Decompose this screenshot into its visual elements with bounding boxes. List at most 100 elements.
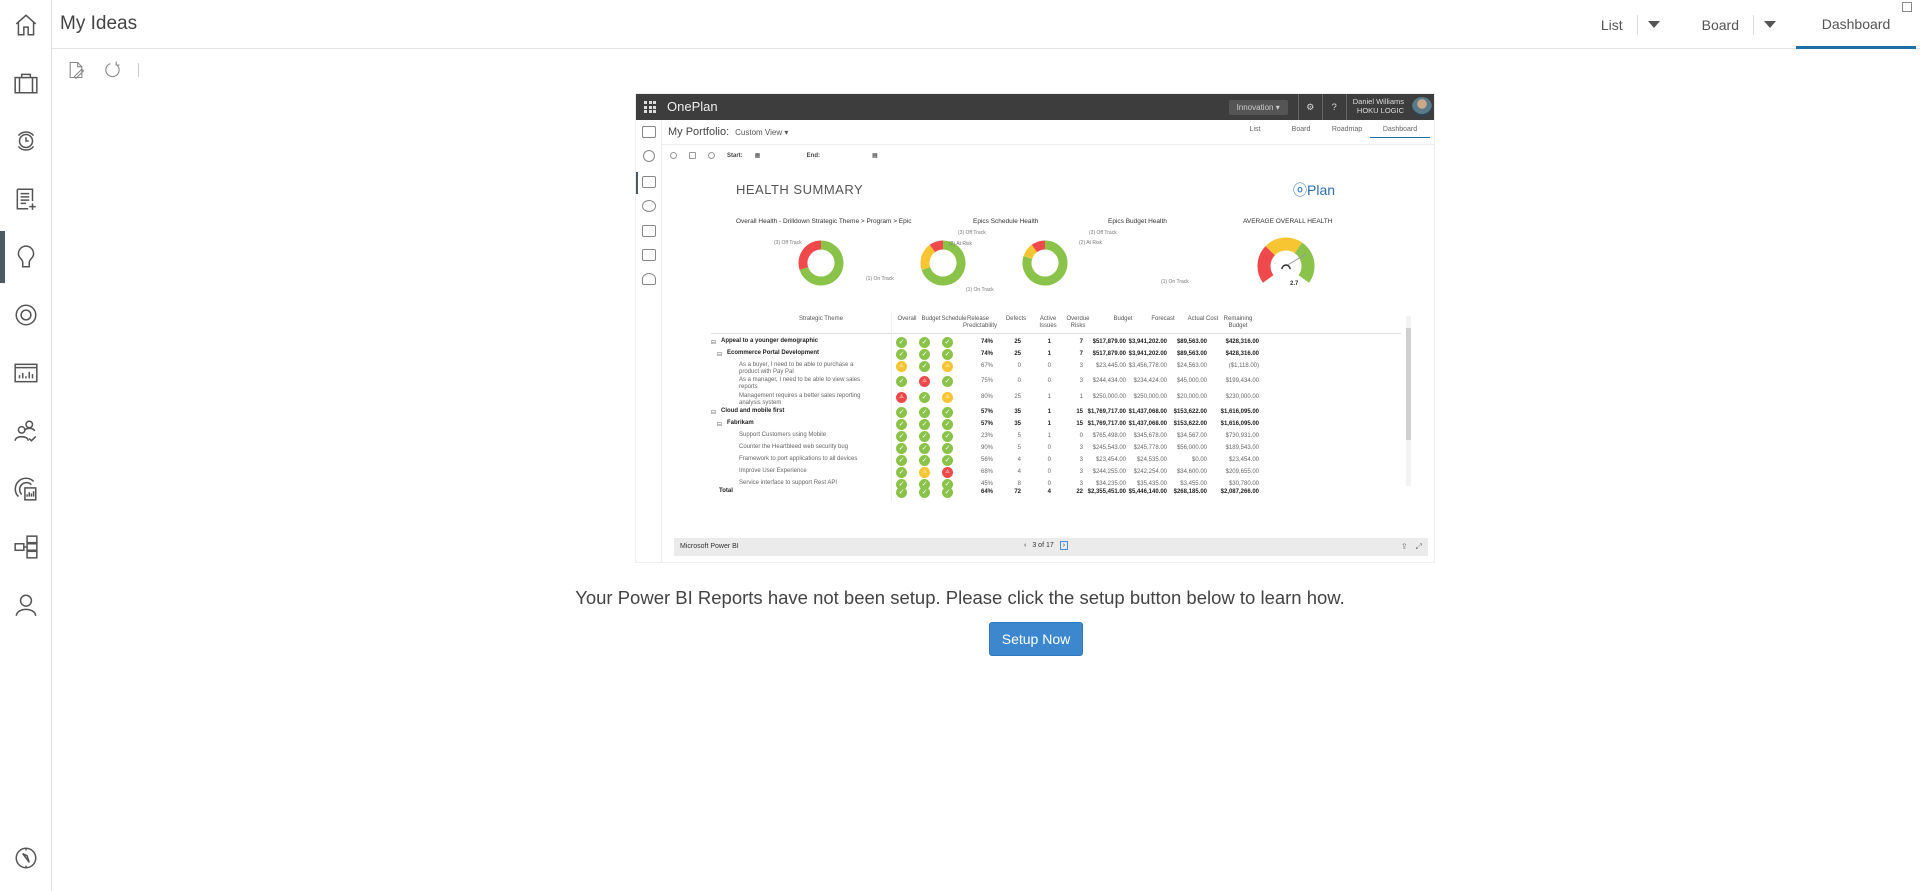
donut-slice bbox=[798, 240, 822, 270]
donut-slice bbox=[1023, 244, 1038, 260]
sidebar-item-ideas[interactable] bbox=[0, 231, 52, 283]
expand-icon[interactable] bbox=[1902, 2, 1912, 12]
report-chart-icon bbox=[14, 363, 38, 383]
table-scrollbar bbox=[1406, 316, 1411, 486]
table-cell-remaining: $189,543.00 bbox=[1225, 445, 1259, 451]
donut-slice bbox=[929, 240, 944, 253]
sidebar-item-tasks[interactable] bbox=[0, 179, 52, 219]
status-ok-icon: ✓ bbox=[896, 487, 907, 498]
table-cell-rp: 74% bbox=[980, 351, 993, 357]
gauge-hub bbox=[1281, 264, 1291, 270]
sidebar-item-portfolio-reports[interactable] bbox=[0, 469, 52, 509]
status-ok-icon: ✓ bbox=[942, 407, 953, 418]
table-cell-actual: $34,600.00 bbox=[1176, 469, 1207, 475]
sidebar-item-organization[interactable] bbox=[0, 527, 52, 567]
status-warning-icon: ⚠ bbox=[942, 392, 953, 403]
table-cell-actual: $56,000.00 bbox=[1176, 445, 1207, 451]
table-cell-budget: $23,454.00 bbox=[1095, 457, 1126, 463]
table-cell-ai: 0 bbox=[1047, 378, 1051, 384]
sidebar-item-portfolio[interactable] bbox=[0, 63, 52, 103]
table-cell-or: 0 bbox=[1079, 433, 1083, 439]
table-cell-def: 25 bbox=[1014, 351, 1021, 357]
table-cell-ai: 0 bbox=[1047, 363, 1051, 369]
tab-dashboard[interactable]: Dashboard bbox=[1796, 0, 1916, 49]
status-ok-icon: ✓ bbox=[896, 443, 907, 454]
strategic-theme-cell: As a manager, I need to be able to view … bbox=[739, 377, 861, 390]
chevron-left-icon: ‹ bbox=[1024, 542, 1027, 549]
status-ok-icon: ✓ bbox=[942, 487, 953, 498]
strategic-theme-cell: As a buyer, I need to be able to purchas… bbox=[739, 362, 854, 375]
setup-now-button[interactable]: Setup Now bbox=[989, 622, 1083, 656]
board-dropdown-button[interactable] bbox=[1754, 0, 1786, 49]
table-cell-rp: 74% bbox=[980, 339, 993, 345]
donut-slice bbox=[920, 244, 936, 270]
column-header: Remaining Budget bbox=[1223, 316, 1253, 329]
status-ok-icon: ✓ bbox=[896, 407, 907, 418]
table-cell-budget: $250,000.00 bbox=[1092, 394, 1126, 400]
table-row: As a buyer, I need to be able to purchas… bbox=[711, 361, 1401, 375]
table-cell-ai: 1 bbox=[1047, 339, 1051, 345]
sidebar-item-goals[interactable] bbox=[0, 295, 52, 335]
strategic-theme-cell: Total bbox=[719, 488, 733, 494]
page-title: My Ideas bbox=[60, 13, 138, 34]
powerbi-footer: Microsoft Power BI ‹ 3 of 17 › ⇪ ⤢ bbox=[674, 538, 1428, 556]
donut-label: (1) On Track bbox=[966, 287, 994, 293]
tab-board[interactable]: Board bbox=[1688, 0, 1753, 49]
status-ok-icon: ✓ bbox=[919, 407, 930, 418]
table-cell-forecast: $242,254.00 bbox=[1133, 469, 1167, 475]
table-cell-remaining: ($1,118.00) bbox=[1228, 363, 1259, 369]
donut-label: (3) Off Track bbox=[774, 240, 802, 246]
edit-document-icon[interactable] bbox=[66, 60, 86, 80]
health-charts bbox=[798, 237, 1315, 286]
table-cell-or: 15 bbox=[1076, 409, 1083, 415]
refresh-icon[interactable] bbox=[102, 60, 122, 80]
table-cell-budget: $2,355,451.00 bbox=[1087, 489, 1126, 495]
gauge-value: 2.7 bbox=[1290, 281, 1299, 287]
table-cell-forecast: $234,424.00 bbox=[1133, 378, 1167, 384]
sidebar-item-home[interactable] bbox=[0, 5, 52, 45]
table-cell-budget: $23,445.00 bbox=[1095, 363, 1126, 369]
table-cell-rp: 67% bbox=[980, 363, 993, 369]
sidebar-item-resources[interactable] bbox=[0, 411, 52, 451]
target-icon bbox=[15, 304, 37, 326]
table-total-row: Total ✓ ✓ ✓ 64% 72 4 22 $2,355,451.00 $5,446,140.… bbox=[711, 487, 1401, 501]
left-nav-sidebar bbox=[0, 0, 52, 891]
column-header: Release Predictability bbox=[963, 316, 998, 329]
page-indicator: 3 of 17 bbox=[1032, 542, 1054, 549]
sidebar-item-timesheet[interactable] bbox=[0, 121, 52, 161]
status-warning-icon: ⚠ bbox=[919, 467, 930, 478]
status-ok-icon: ✓ bbox=[896, 467, 907, 478]
list-dropdown-button[interactable] bbox=[1638, 0, 1670, 49]
table-cell-rp: 80% bbox=[980, 394, 993, 400]
table-cell-remaining: $2,087,266.00 bbox=[1220, 489, 1259, 495]
table-cell-forecast: $3,941,202.00 bbox=[1128, 351, 1167, 357]
table-cell-actual: $24,563.00 bbox=[1176, 363, 1207, 369]
table-cell-actual: $20,000.00 bbox=[1176, 394, 1207, 400]
tab-list[interactable]: List bbox=[1587, 0, 1637, 49]
table-cell-ai: 1 bbox=[1047, 421, 1051, 427]
table-cell-forecast: $245,778.00 bbox=[1133, 445, 1167, 451]
donut-label: (3) Off Track bbox=[1089, 230, 1117, 236]
sidebar-item-reports[interactable] bbox=[0, 353, 52, 393]
sidebar-item-explore[interactable] bbox=[0, 838, 52, 878]
table-cell-remaining: $428,316.00 bbox=[1225, 351, 1259, 357]
table-cell-forecast: $5,446,140.00 bbox=[1128, 489, 1167, 495]
column-header: Budget bbox=[1113, 316, 1133, 322]
table-cell-budget: $765,498.00 bbox=[1092, 433, 1126, 439]
table-cell-ai: 0 bbox=[1047, 457, 1051, 463]
strategic-theme-cell: Ecommerce Portal Development bbox=[727, 350, 820, 356]
status-warning-icon: ⚠ bbox=[919, 376, 930, 387]
table-cell-ai: 1 bbox=[1047, 394, 1051, 400]
status-ok-icon: ✓ bbox=[942, 419, 953, 430]
lightbulb-icon bbox=[17, 245, 35, 268]
table-cell-budget: $517,879.00 bbox=[1092, 339, 1126, 345]
strategic-theme-cell: Counter the Heartbleed web security bug bbox=[739, 444, 849, 450]
table-cell-def: 35 bbox=[1014, 409, 1021, 415]
table-cell-ai: 1 bbox=[1047, 351, 1051, 357]
table-cell-budget: $1,769,717.00 bbox=[1087, 409, 1126, 415]
table-cell-actual: $45,000.00 bbox=[1176, 378, 1207, 384]
gauge-segment bbox=[1257, 246, 1276, 283]
column-header: Defects bbox=[1005, 316, 1027, 322]
table-cell-budget: $1,769,717.00 bbox=[1087, 421, 1126, 427]
status-ok-icon: ✓ bbox=[942, 443, 953, 454]
